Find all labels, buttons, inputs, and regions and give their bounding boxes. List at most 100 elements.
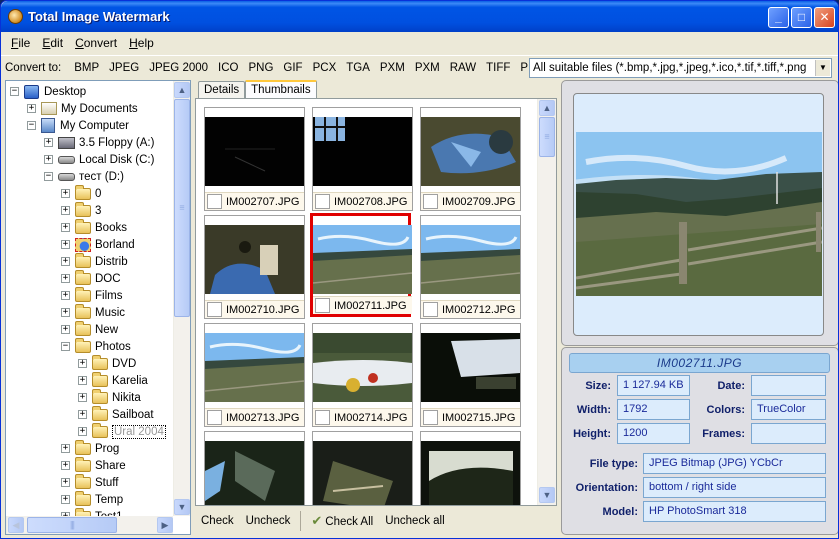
- tree-item[interactable]: + Distrib: [61, 252, 128, 270]
- thumbnail-checkbox[interactable]: [315, 410, 330, 425]
- collapse-icon[interactable]: −: [44, 172, 53, 181]
- uncheck-button[interactable]: Uncheck: [240, 515, 297, 527]
- menu-edit[interactable]: Edit: [36, 33, 69, 53]
- uncheck-all-button[interactable]: Uncheck all: [379, 515, 450, 527]
- check-all-button[interactable]: ✔ Check All: [305, 513, 379, 529]
- expand-icon[interactable]: +: [61, 223, 70, 232]
- scroll-thumb[interactable]: ≡: [539, 117, 555, 157]
- convert-pxm-button[interactable]: PXM: [375, 62, 410, 74]
- maximize-button[interactable]: □: [791, 7, 812, 28]
- thumbnail-card[interactable]: IM002712.JPG: [420, 215, 521, 319]
- tab-details[interactable]: Details: [198, 81, 246, 99]
- tree-item[interactable]: + Temp: [61, 490, 123, 508]
- scroll-left-arrow-icon[interactable]: ◀: [8, 517, 24, 533]
- thumbnail-card[interactable]: [204, 431, 305, 505]
- tree-item[interactable]: + Borland: [61, 236, 135, 253]
- tree-item[interactable]: + Sailboat: [78, 405, 154, 423]
- tree-item[interactable]: +3.5 Floppy (A:): [44, 134, 154, 151]
- convert-png-button[interactable]: PNG: [244, 62, 279, 74]
- tree-item[interactable]: + My Documents: [27, 100, 138, 117]
- thumbnail-card[interactable]: [420, 431, 521, 505]
- thumbnail-checkbox[interactable]: [207, 302, 222, 317]
- expand-icon[interactable]: +: [61, 291, 70, 300]
- thumbnail-card[interactable]: IM002715.JPG: [420, 323, 521, 427]
- scroll-thumb[interactable]: ≡: [174, 99, 190, 317]
- tree-item[interactable]: − тест (D:): [44, 168, 124, 185]
- tree-item[interactable]: − My Computer: [27, 117, 129, 134]
- collapse-icon[interactable]: −: [10, 87, 19, 96]
- expand-icon[interactable]: +: [61, 274, 70, 283]
- thumbnail-checkbox[interactable]: [315, 298, 330, 313]
- expand-icon[interactable]: +: [61, 240, 70, 249]
- convert-tga-button[interactable]: TGA: [341, 62, 375, 74]
- tree-vertical-scrollbar[interactable]: ▲ ≡ ▼: [173, 81, 190, 516]
- tree-item[interactable]: − Photos: [61, 337, 131, 355]
- expand-icon[interactable]: +: [78, 393, 87, 402]
- thumbnail-checkbox[interactable]: [423, 410, 438, 425]
- convert-jpeg-button[interactable]: JPEG: [104, 62, 144, 74]
- thumbnail-card[interactable]: IM002713.JPG: [204, 323, 305, 427]
- thumbnail-checkbox[interactable]: [423, 194, 438, 209]
- tree-item[interactable]: +3: [61, 201, 101, 219]
- convert-raw-button[interactable]: RAW: [445, 62, 481, 74]
- check-button[interactable]: Check: [195, 515, 240, 527]
- convert-bmp-button[interactable]: BMP: [69, 62, 104, 74]
- scroll-thumb[interactable]: |||: [27, 517, 117, 533]
- expand-icon[interactable]: +: [44, 155, 53, 164]
- tab-thumbnails[interactable]: Thumbnails: [245, 80, 317, 99]
- expand-icon[interactable]: +: [78, 427, 87, 436]
- thumbnail-card[interactable]: IM002708.JPG: [312, 107, 413, 211]
- title-bar[interactable]: Total Image Watermark _ □ ✕: [1, 1, 838, 32]
- tree-item[interactable]: +0: [61, 184, 101, 202]
- thumbnail-card[interactable]: IM002709.JPG: [420, 107, 521, 211]
- thumbnail-card[interactable]: IM002714.JPG: [312, 323, 413, 427]
- tree-item[interactable]: + Local Disk (C:): [44, 151, 154, 168]
- expand-icon[interactable]: +: [61, 495, 70, 504]
- expand-icon[interactable]: +: [78, 376, 87, 385]
- convert-gif-button[interactable]: GIF: [278, 62, 307, 74]
- expand-icon[interactable]: +: [61, 444, 70, 453]
- expand-icon[interactable]: +: [44, 138, 53, 147]
- thumbnail-checkbox[interactable]: [315, 194, 330, 209]
- scroll-down-arrow-icon[interactable]: ▼: [539, 487, 555, 503]
- scroll-up-arrow-icon[interactable]: ▲: [539, 100, 555, 116]
- expand-icon[interactable]: +: [61, 478, 70, 487]
- tree-item[interactable]: + Karelia: [78, 371, 148, 389]
- tree-item[interactable]: + DOC: [61, 269, 121, 287]
- tree-item[interactable]: + Prog: [61, 439, 119, 457]
- thumbnails-scrollbar[interactable]: ▲ ≡ ▼: [537, 99, 556, 505]
- expand-icon[interactable]: +: [61, 461, 70, 470]
- thumbnail-checkbox[interactable]: [207, 194, 222, 209]
- menu-file[interactable]: File: [5, 33, 36, 53]
- scroll-right-arrow-icon[interactable]: ▶: [157, 517, 173, 533]
- expand-icon[interactable]: +: [78, 410, 87, 419]
- convert-tiff-button[interactable]: TIFF: [481, 62, 515, 74]
- menu-convert[interactable]: Convert: [69, 33, 123, 53]
- tree-item[interactable]: + Stuff: [61, 473, 118, 491]
- minimize-button[interactable]: _: [768, 7, 789, 28]
- thumbnail-checkbox[interactable]: [207, 410, 222, 425]
- expand-icon[interactable]: +: [61, 325, 70, 334]
- tree-item[interactable]: − Desktop: [10, 83, 86, 100]
- tree-item[interactable]: + Share: [61, 456, 126, 474]
- tree-item[interactable]: + Films: [61, 286, 122, 304]
- expand-icon[interactable]: +: [61, 308, 70, 317]
- tree-item[interactable]: + Ural 2004: [78, 422, 166, 440]
- expand-icon[interactable]: +: [61, 189, 70, 198]
- thumbnail-card[interactable]: IM002707.JPG: [204, 107, 305, 211]
- thumbnail-card[interactable]: IM002710.JPG: [204, 215, 305, 319]
- convert-jpeg2000-button[interactable]: JPEG 2000: [144, 62, 213, 74]
- thumbnail-checkbox[interactable]: [423, 302, 438, 317]
- thumbnail-card[interactable]: IM002711.JPG: [310, 213, 412, 317]
- close-button[interactable]: ✕: [814, 7, 835, 28]
- thumbnail-card[interactable]: [312, 431, 413, 505]
- tree-item[interactable]: + Books: [61, 218, 127, 236]
- filter-dropdown[interactable]: All suitable files (*.bmp,*.jpg,*.jpeg,*…: [529, 58, 832, 78]
- expand-icon[interactable]: +: [27, 104, 36, 113]
- convert-pxm2-button[interactable]: PXM: [410, 62, 445, 74]
- expand-icon[interactable]: +: [61, 206, 70, 215]
- expand-icon[interactable]: +: [78, 359, 87, 368]
- tree-item[interactable]: + Music: [61, 303, 125, 321]
- scroll-down-arrow-icon[interactable]: ▼: [174, 499, 190, 515]
- tree-item[interactable]: + New: [61, 320, 118, 338]
